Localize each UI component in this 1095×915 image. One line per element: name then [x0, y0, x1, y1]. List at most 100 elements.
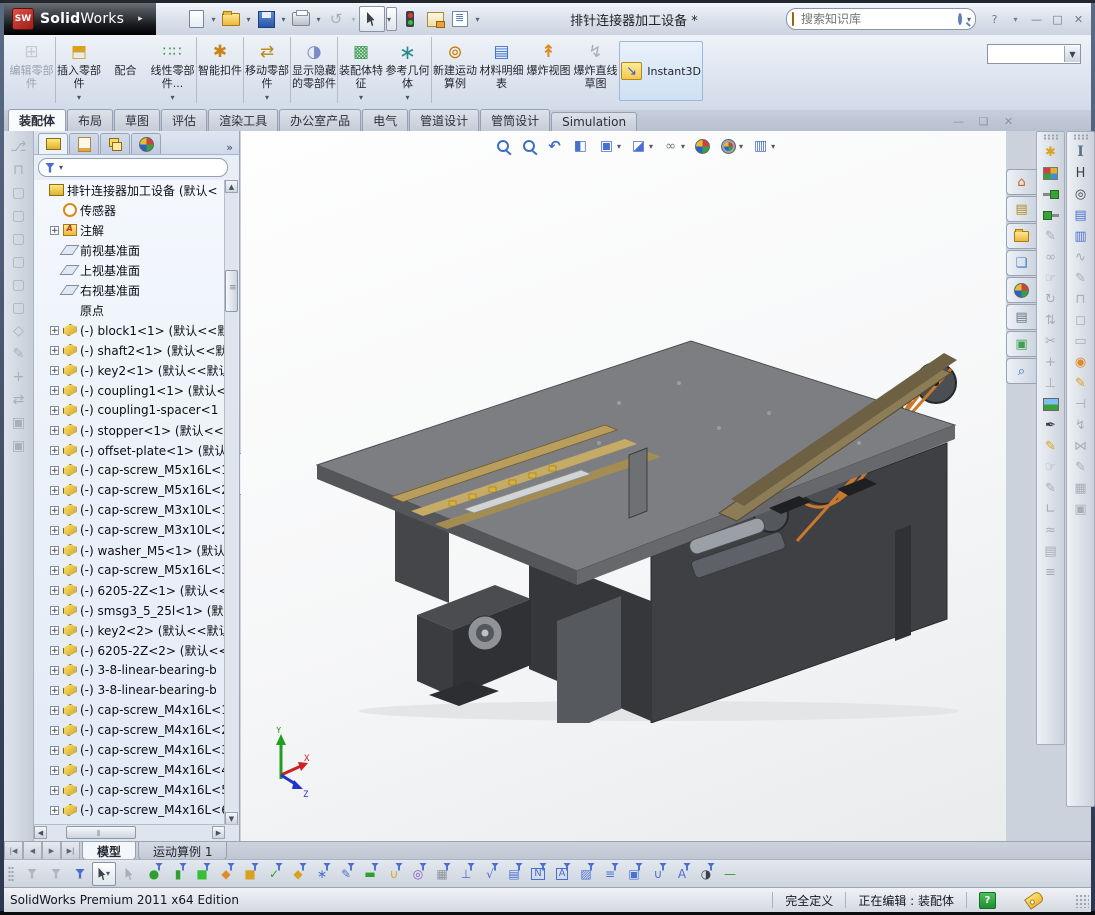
toolbar-icon[interactable] [1040, 395, 1061, 413]
horizontal-scroll-thumb[interactable] [66, 826, 136, 839]
toolbar-icon[interactable]: ✒ [1040, 416, 1061, 434]
ribbon-button-caret-icon[interactable]: ▾ [359, 93, 363, 102]
task-pane-tab[interactable] [1006, 223, 1036, 249]
tree-item[interactable]: + (-) cap-screw_M4x16L<3 [34, 740, 226, 760]
expand-toggle[interactable]: + [50, 346, 59, 355]
select-button[interactable] [359, 6, 385, 32]
tree-item[interactable]: + (-) offset-plate<1> (默认 [34, 440, 226, 460]
ribbon-button-caret-icon[interactable]: ▾ [77, 93, 81, 102]
toolbar-icon[interactable]: ∞ [1040, 248, 1061, 266]
filter-icon[interactable]: ▮ [166, 863, 188, 885]
ribbon-button[interactable]: ▩ 装配体特征 ▾ [337, 37, 384, 103]
new-document-button[interactable] [184, 7, 208, 31]
hud-button[interactable]: ▥ ▾ [749, 135, 778, 157]
toolbar-icon[interactable]: ▥ [1070, 227, 1091, 245]
ribbon-button[interactable]: ◑ 显示隐藏的零部件 [290, 37, 337, 103]
tree-item[interactable]: + (-) key2<1> (默认<<默认 [34, 360, 226, 380]
search-input[interactable] [799, 11, 953, 27]
tree-filter-box[interactable]: ▾ [38, 158, 228, 177]
task-pane-tab[interactable]: ▣ [1006, 331, 1036, 357]
tree-item[interactable]: + (-) cap-screw_M3x10L<2 [34, 520, 226, 540]
tab-nav-button[interactable]: ▶| [61, 842, 80, 860]
tree-item[interactable]: 上视基准面 [34, 260, 226, 280]
ribbon-button[interactable]: ✱ 智能扣件 [196, 37, 243, 103]
tree-item[interactable]: 前视基准面 [34, 240, 226, 260]
hud-button[interactable]: ▣ ▾ [595, 135, 624, 157]
command-tab[interactable]: 管道设计 [409, 109, 479, 131]
ribbon-button[interactable]: ⊞ 编辑零部件 [8, 37, 55, 103]
ribbon-button[interactable]: ⇄ 移动零部件 ▾ [243, 37, 290, 103]
expand-toggle[interactable]: + [50, 526, 59, 535]
doc-minimize-button[interactable]: — [950, 113, 967, 129]
toolbar-icon[interactable]: ◻ [1070, 311, 1091, 329]
file-properties-button[interactable] [423, 7, 447, 31]
assembly-3d-model[interactable] [299, 303, 971, 723]
toolbar-icon[interactable]: ☞ [1040, 458, 1061, 476]
toolbar-grip[interactable] [1073, 134, 1089, 140]
toolbar-icon[interactable]: ≈ [1040, 521, 1061, 539]
toolbar-icon[interactable]: ⇅ [1040, 311, 1061, 329]
toolbar-icon[interactable]: ∿ [1070, 248, 1091, 266]
graphics-viewport[interactable]: ↶ ◧ ▣ ▾ ◪ ▾ ∞ [241, 131, 1006, 841]
expand-toggle[interactable]: + [50, 546, 59, 555]
toolbar-icon[interactable] [1040, 185, 1061, 203]
expand-toggle[interactable]: + [50, 326, 59, 335]
filter-icon[interactable]: √ [478, 863, 500, 885]
toolbar-grip[interactable] [8, 866, 14, 882]
ribbon-button[interactable]: 配合 [102, 37, 149, 103]
filter-icon[interactable]: ◆ [214, 863, 236, 885]
ribbon-button[interactable]: ⬒ 插入零部件 ▾ [55, 37, 102, 103]
filter-icon[interactable]: ▨ [574, 863, 596, 885]
left-toolbar-icon[interactable]: ◇ [9, 321, 29, 340]
tree-item[interactable]: + (-) smsg3_5_25l<1> (默 [34, 600, 226, 620]
configurationmanager-tab[interactable] [100, 133, 130, 154]
left-toolbar-icon[interactable]: ⇄ [9, 390, 29, 409]
expand-toggle[interactable]: + [50, 566, 59, 575]
ribbon-button[interactable]: ∗ 参考几何体 ▾ [384, 37, 431, 103]
hud-caret-icon[interactable]: ▾ [649, 142, 653, 151]
expand-toggle[interactable]: + [50, 366, 59, 375]
tree-item[interactable]: + (-) cap-screw_M4x16L<6 [34, 800, 226, 820]
study-tab[interactable]: 运动算例 1 [138, 842, 227, 860]
expand-toggle[interactable]: + [50, 766, 59, 775]
tree-item[interactable]: + (-) cap-screw_M5x16L<2 [34, 480, 226, 500]
toolbar-icon[interactable]: ✎ [1070, 374, 1091, 392]
toolbar-grip[interactable] [1043, 134, 1059, 140]
toolbar-icon[interactable]: ✎ [1040, 479, 1061, 497]
hud-button[interactable]: ∞ ▾ [659, 135, 688, 157]
knowledge-search-box[interactable]: ▾ [786, 8, 976, 30]
expand-toggle[interactable]: + [50, 786, 59, 795]
minimize-button[interactable]: — [1028, 11, 1045, 27]
expand-toggle[interactable]: + [50, 226, 59, 235]
command-tab[interactable]: 渲染工具 [208, 109, 278, 131]
tree-item[interactable]: 排针连接器加工设备 (默认< [34, 180, 226, 200]
toolbar-icon[interactable]: H [1070, 164, 1091, 182]
tree-item[interactable]: + 注解 [34, 220, 226, 240]
scroll-up-icon[interactable]: ▲ [225, 180, 238, 193]
tab-nav-button[interactable]: ▶ [42, 842, 61, 860]
maximize-button[interactable]: □ [1049, 11, 1066, 27]
expand-toggle[interactable]: + [50, 646, 59, 655]
expand-toggle[interactable]: + [50, 626, 59, 635]
filter-icon[interactable]: ◎ [406, 863, 428, 885]
toolbar-icon[interactable]: ↯ [1070, 416, 1091, 434]
tree-item[interactable]: + (-) cap-screw_M4x16L<4 [34, 760, 226, 780]
filter-icon[interactable] [44, 863, 66, 885]
interference-button[interactable] [398, 7, 422, 31]
expand-toggle[interactable]: + [50, 466, 59, 475]
toolbar-icon[interactable]: ▤ [1070, 206, 1091, 224]
filter-icon[interactable]: A [670, 863, 692, 885]
left-toolbar-icon[interactable]: ⎇ [9, 137, 29, 156]
toolbar-icon[interactable]: ⊓ [1070, 290, 1091, 308]
left-toolbar-icon[interactable]: + [9, 367, 29, 386]
task-pane-tab[interactable]: ⌂ [1006, 169, 1036, 195]
command-tab[interactable]: 装配体 [8, 109, 66, 132]
doc-restore-button[interactable]: ❏ [975, 113, 992, 129]
toolbar-icon[interactable]: ∟ [1040, 500, 1061, 518]
hud-button[interactable]: ↶ [543, 135, 566, 157]
filter-icon[interactable]: ∪ [382, 863, 404, 885]
filter-icon[interactable]: ◆ [286, 863, 308, 885]
new-document-caret-icon[interactable]: ▾ [209, 15, 218, 24]
toolbar-icon[interactable]: I [1070, 143, 1091, 161]
appearancemanager-tab[interactable] [131, 133, 161, 154]
